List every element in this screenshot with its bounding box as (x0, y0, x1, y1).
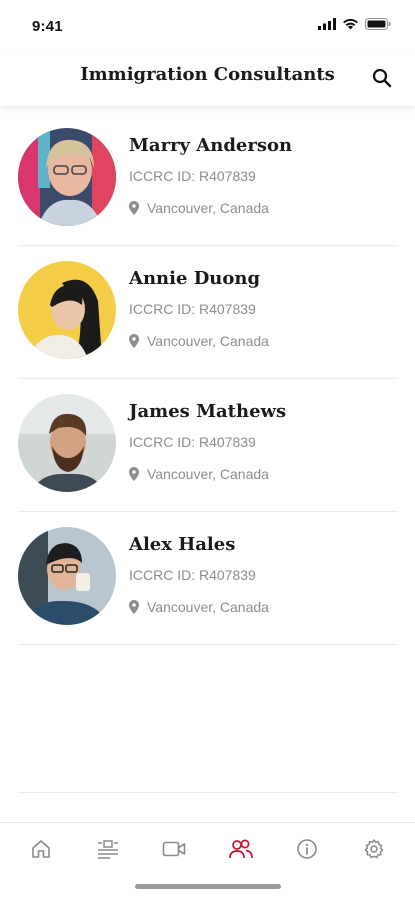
avatar (18, 394, 116, 492)
divider (18, 792, 398, 793)
location-pin-icon (129, 201, 139, 215)
search-button[interactable] (369, 65, 395, 91)
consultant-list: Marry Anderson ICCRC ID: R407839 Vancouv… (18, 113, 398, 645)
bottom-tab-bar (0, 822, 415, 874)
location: Vancouver, Canada (129, 599, 269, 615)
info-icon (297, 838, 318, 859)
location-text: Vancouver, Canada (147, 466, 269, 482)
location-text: Vancouver, Canada (147, 200, 269, 216)
status-bar: 9:41 (0, 0, 415, 52)
search-icon (372, 68, 392, 88)
location-pin-icon (129, 467, 139, 481)
consultant-name: Annie Duong (129, 268, 261, 289)
location: Vancouver, Canada (129, 466, 269, 482)
avatar (18, 128, 116, 226)
status-time: 9:41 (32, 18, 63, 35)
tab-video[interactable] (154, 829, 194, 869)
settings-gear-icon (364, 838, 384, 858)
avatar (18, 261, 116, 359)
video-camera-icon (162, 841, 186, 856)
iccrc-id: ICCRC ID: R407839 (129, 567, 256, 583)
consultant-name: James Mathews (129, 401, 287, 422)
page-title: Immigration Consultants (80, 64, 335, 85)
location-pin-icon (129, 334, 139, 348)
consultant-name: Marry Anderson (129, 135, 293, 156)
consultant-card[interactable]: Marry Anderson ICCRC ID: R407839 Vancouv… (18, 113, 398, 246)
location-text: Vancouver, Canada (147, 333, 269, 349)
tab-info[interactable] (287, 829, 327, 869)
consultant-card[interactable]: James Mathews ICCRC ID: R407839 Vancouve… (18, 379, 398, 512)
location-text: Vancouver, Canada (147, 599, 269, 615)
iccrc-id: ICCRC ID: R407839 (129, 168, 256, 184)
tab-settings[interactable] (354, 829, 394, 869)
avatar (18, 527, 116, 625)
tab-consultants[interactable] (221, 829, 261, 869)
location: Vancouver, Canada (129, 333, 269, 349)
iccrc-id: ICCRC ID: R407839 (129, 434, 256, 450)
news-icon (97, 839, 118, 859)
signal-icon (318, 18, 336, 30)
status-icons (318, 18, 391, 30)
location-pin-icon (129, 600, 139, 614)
app-header: Immigration Consultants (0, 52, 415, 106)
wifi-icon (343, 18, 358, 30)
people-icon (228, 839, 253, 858)
iccrc-id: ICCRC ID: R407839 (129, 301, 256, 317)
tab-home[interactable] (21, 829, 61, 869)
home-indicator (135, 884, 281, 889)
home-icon (32, 839, 51, 858)
battery-icon (365, 18, 391, 30)
consultant-card[interactable]: Alex Hales ICCRC ID: R407839 Vancouver, … (18, 512, 398, 645)
location: Vancouver, Canada (129, 200, 269, 216)
consultant-card[interactable]: Annie Duong ICCRC ID: R407839 Vancouver,… (18, 246, 398, 379)
consultant-name: Alex Hales (129, 534, 236, 555)
tab-news[interactable] (88, 829, 128, 869)
